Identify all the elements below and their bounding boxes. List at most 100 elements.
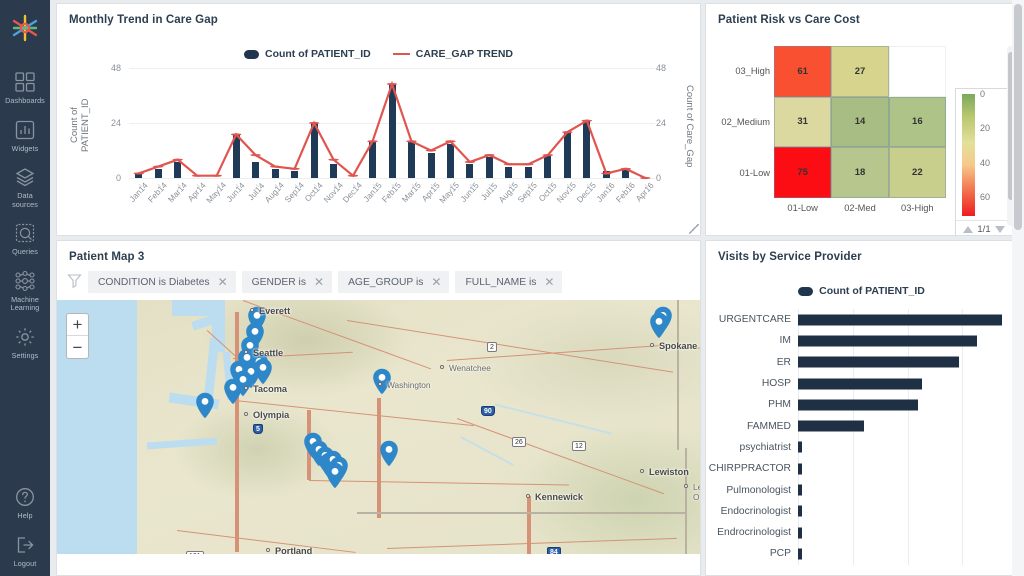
bar-row[interactable]: PHM bbox=[706, 394, 1017, 415]
bar[interactable] bbox=[798, 421, 864, 432]
triangle-up-icon[interactable] bbox=[963, 226, 973, 233]
map-city-label: Lewiston bbox=[649, 467, 689, 477]
funnel-icon[interactable] bbox=[67, 273, 82, 292]
sisense-logo-icon[interactable] bbox=[8, 8, 42, 48]
filter-chip[interactable]: CONDITION is Diabetes✕ bbox=[88, 271, 236, 293]
bar[interactable] bbox=[798, 442, 802, 453]
gridline bbox=[962, 437, 963, 458]
bar[interactable] bbox=[798, 485, 802, 496]
bar-row-label: Endrocrinologist bbox=[706, 527, 798, 538]
sidebar-item-logout[interactable]: Logout bbox=[0, 527, 50, 575]
bar[interactable] bbox=[798, 357, 959, 368]
bar-row[interactable]: psychiatrist bbox=[706, 437, 1017, 458]
close-icon[interactable]: ✕ bbox=[431, 276, 441, 288]
chart-legend[interactable]: Count of PATIENT_ID bbox=[706, 285, 1017, 297]
bar-track bbox=[798, 373, 1017, 394]
heatmap-cell[interactable]: 61 bbox=[774, 46, 831, 97]
close-icon[interactable]: ✕ bbox=[218, 276, 228, 288]
y-axis-tick-label: 0 bbox=[97, 173, 121, 183]
filter-chip-label: FULL_NAME is bbox=[465, 277, 536, 288]
map-pin-icon[interactable] bbox=[195, 392, 215, 419]
heatmap-cell[interactable]: 27 bbox=[831, 46, 888, 97]
sidebar-item-dashboards[interactable]: Dashboards bbox=[0, 64, 50, 110]
heatmap-cell[interactable] bbox=[889, 46, 946, 97]
gridline bbox=[908, 415, 909, 436]
map-city-label: Wenatchee bbox=[449, 363, 491, 373]
bar[interactable] bbox=[798, 314, 1002, 325]
map-city-dot bbox=[250, 308, 254, 312]
filter-chip[interactable]: GENDER is✕ bbox=[242, 271, 332, 293]
bar[interactable] bbox=[798, 378, 922, 389]
gridline bbox=[962, 522, 963, 543]
map-pin-icon[interactable] bbox=[649, 312, 669, 339]
close-icon[interactable]: ✕ bbox=[544, 276, 554, 288]
bar[interactable] bbox=[798, 506, 802, 517]
x-axis-label: Feb15 bbox=[382, 180, 401, 230]
map-city-dot bbox=[378, 382, 382, 386]
bar-row[interactable]: URGENTCARE bbox=[706, 309, 1017, 330]
bar-track bbox=[798, 437, 1017, 458]
bar-row[interactable]: Pulmonologist bbox=[706, 479, 1017, 500]
colorbar-tick-label: 20 bbox=[980, 123, 990, 133]
heatmap-plot: 03_High02_Medium01-Low 6127311416751822 … bbox=[706, 40, 1017, 215]
page-scrollbar[interactable] bbox=[1012, 0, 1024, 576]
legend-item-care-gap-trend[interactable]: CARE_GAP TREND bbox=[393, 48, 513, 60]
bar[interactable] bbox=[798, 463, 802, 474]
bar-row[interactable]: HOSP bbox=[706, 373, 1017, 394]
legend-dot-icon bbox=[244, 50, 259, 59]
heatmap-cell[interactable]: 16 bbox=[889, 97, 946, 148]
bar[interactable] bbox=[798, 527, 802, 538]
heatmap-cell[interactable]: 18 bbox=[831, 147, 888, 198]
map-zoom-controls[interactable]: + − bbox=[66, 313, 89, 359]
heatmap-cell[interactable]: 75 bbox=[774, 147, 831, 198]
bar-row[interactable]: Endocrinologist bbox=[706, 501, 1017, 522]
bar-row[interactable]: PCP bbox=[706, 543, 1017, 564]
colorbar-scale: 0204060 bbox=[956, 89, 1012, 220]
widget-resize-handle[interactable] bbox=[689, 224, 699, 234]
sidebar-item-data-sources[interactable]: Data sources bbox=[0, 159, 50, 213]
sidebar-item-machine-learning[interactable]: Machine Learning bbox=[0, 263, 50, 317]
sidebar-item-widgets[interactable]: Widgets bbox=[0, 112, 50, 158]
state-border bbox=[677, 300, 679, 450]
sidebar-item-settings[interactable]: Settings bbox=[0, 319, 50, 365]
x-axis-label: Sep15 bbox=[519, 180, 538, 230]
map-pin-icon[interactable] bbox=[223, 378, 243, 405]
bar[interactable] bbox=[798, 548, 802, 559]
y-axis-tick-label: 48 bbox=[97, 63, 121, 73]
heatmap-column-label: 02-Med bbox=[831, 203, 889, 213]
map-zoom-in-button[interactable]: + bbox=[67, 314, 88, 336]
bar-row[interactable]: Endrocrinologist bbox=[706, 522, 1017, 543]
map-pin-icon[interactable] bbox=[379, 440, 399, 467]
sidebar-item-help[interactable]: Help bbox=[0, 479, 50, 525]
map-city-dot bbox=[650, 343, 654, 347]
bar[interactable] bbox=[798, 399, 918, 410]
bar-row[interactable]: FAMMED bbox=[706, 415, 1017, 436]
y-axis-tick-label: 0 bbox=[656, 173, 680, 183]
map-pin-icon[interactable] bbox=[253, 358, 273, 385]
legend-item-count-of-patient-id[interactable]: Count of PATIENT_ID bbox=[244, 48, 371, 60]
x-axis-label: Jan15 bbox=[363, 180, 382, 230]
close-icon[interactable]: ✕ bbox=[314, 276, 324, 288]
sidebar-item-queries[interactable]: Queries bbox=[0, 215, 50, 261]
state-border bbox=[685, 448, 687, 554]
heatmap-cell[interactable]: 31 bbox=[774, 97, 831, 148]
colorbar-pager[interactable]: 1/1 bbox=[956, 220, 1012, 236]
map-canvas[interactable]: + − EverettSeattleTacomaOlympiaWashingto… bbox=[57, 300, 700, 554]
filter-chip[interactable]: AGE_GROUP is✕ bbox=[338, 271, 449, 293]
bar-row[interactable]: IM bbox=[706, 330, 1017, 351]
gridline bbox=[962, 373, 963, 394]
triangle-down-icon[interactable] bbox=[995, 226, 1005, 233]
map-zoom-out-button[interactable]: − bbox=[67, 336, 88, 358]
x-axis-label: Jun14 bbox=[226, 180, 245, 230]
heatmap-cell[interactable]: 22 bbox=[889, 147, 946, 198]
heatmap-cell[interactable]: 14 bbox=[831, 97, 888, 148]
map-pin-icon[interactable] bbox=[325, 462, 345, 489]
gridline bbox=[908, 543, 909, 564]
bar-row[interactable]: CHIRPPRACTOR bbox=[706, 458, 1017, 479]
map-city-label: Portland bbox=[275, 546, 312, 554]
bar[interactable] bbox=[798, 335, 977, 346]
filter-chip[interactable]: FULL_NAME is ✕ bbox=[455, 271, 562, 293]
bar-row[interactable]: ER bbox=[706, 352, 1017, 373]
bar-track bbox=[798, 479, 1017, 500]
trend-plot: Count of PATIENT_ID Count of Care_Gap 00… bbox=[57, 68, 700, 178]
